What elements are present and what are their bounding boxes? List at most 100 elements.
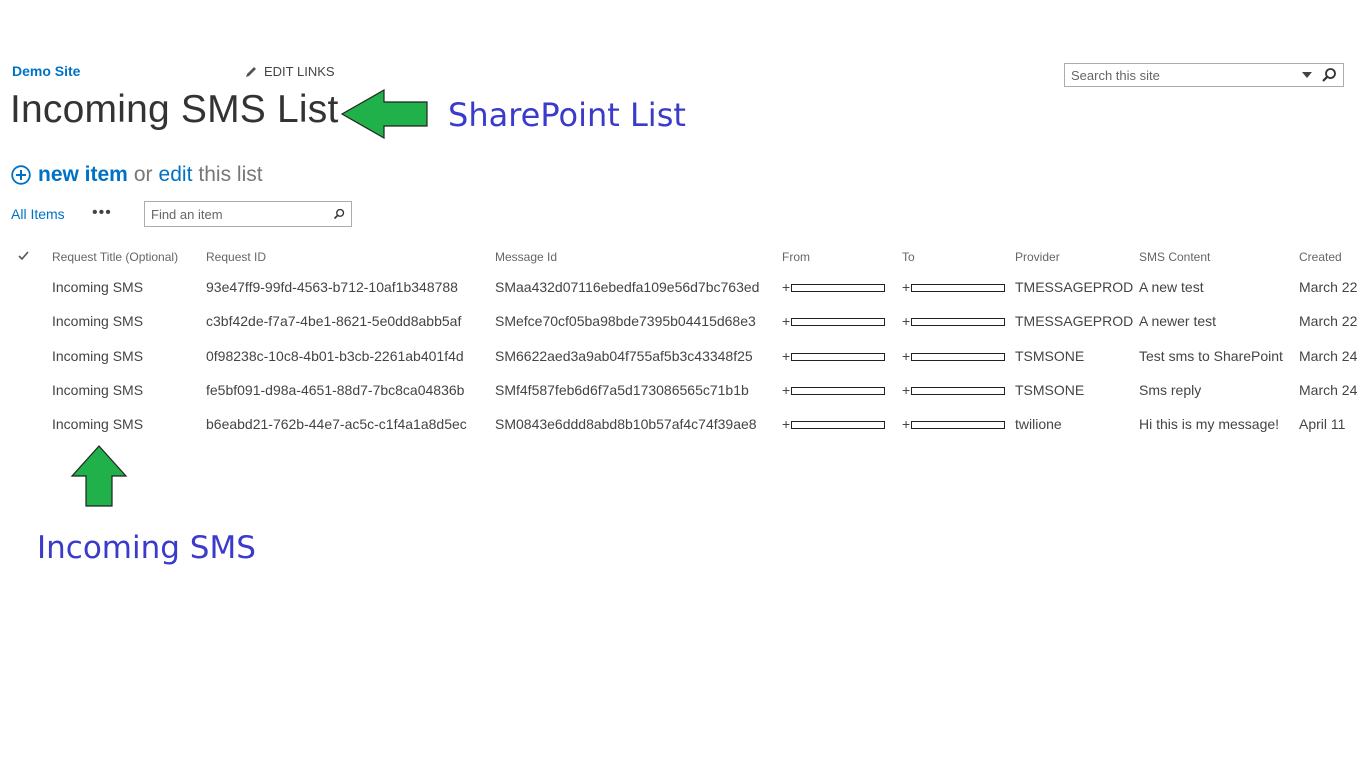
site-search-input[interactable] (1065, 65, 1301, 85)
cell-request-id: 93e47ff9-99fd-4563-b712-10af1b348788 (206, 279, 458, 296)
cell-title[interactable]: Incoming SMS (52, 304, 206, 338)
table-row[interactable]: Incoming SMS fe5bf091-d98a-4651-88d7-7bc… (0, 373, 1366, 407)
cell-created: March 24 (1299, 381, 1358, 398)
column-header-message-id[interactable]: Message Id (495, 244, 782, 270)
cell-message-id: SMaa432d07116ebedfa109e56d7bc763ed (495, 279, 760, 296)
cell-message-id: SM0843e6ddd8abd8b10b57af4c74f39ae8 (495, 416, 757, 433)
find-item-input[interactable] (145, 206, 333, 222)
cell-created: March 22 (1299, 313, 1358, 330)
to-prefix: + (902, 347, 911, 364)
incoming-sms-annotation: Incoming SMS (37, 530, 256, 566)
cell-from: + (782, 339, 902, 373)
sharepoint-list-annotation: SharePoint List (448, 96, 686, 134)
cell-request-id: fe5bf091-d98a-4651-88d7-7bc8ca04836b (206, 381, 465, 398)
cell-from: + (782, 304, 902, 338)
cell-request-id: b6eabd21-762b-44e7-ac5c-c1f4a1a8d5ec (206, 416, 467, 433)
to-prefix: + (902, 416, 911, 433)
redaction-bar (911, 421, 1006, 430)
table-row[interactable]: Incoming SMS 93e47ff9-99fd-4563-b712-10a… (0, 270, 1366, 304)
column-header-created[interactable]: Created (1299, 244, 1366, 270)
redaction-bar (791, 318, 886, 327)
column-header-sms-content[interactable]: SMS Content (1139, 244, 1299, 270)
cell-sms-content: A new test (1139, 279, 1204, 296)
cell-message-id: SMf4f587feb6d6f7a5d173086565c71b1b (495, 381, 749, 398)
column-header-title[interactable]: Request Title (Optional) (52, 244, 206, 270)
cell-title[interactable]: Incoming SMS (52, 407, 206, 441)
cell-provider: TSMSONE (1015, 381, 1085, 398)
cell-to: + (902, 407, 1015, 441)
cell-from: + (782, 407, 902, 441)
edit-links-button[interactable]: EDIT LINKS (244, 64, 335, 79)
page-title: Incoming SMS List (10, 88, 339, 131)
add-circle-icon[interactable] (11, 165, 31, 185)
row-select-cell[interactable] (0, 373, 52, 407)
arrow-left-icon (340, 88, 428, 140)
search-icon[interactable] (333, 206, 345, 222)
redaction-bar (791, 352, 886, 361)
column-header-provider[interactable]: Provider (1015, 244, 1139, 270)
table-row[interactable]: Incoming SMS c3bf42de-f7a7-4be1-8621-5e0… (0, 304, 1366, 338)
cell-provider: TMESSAGEPROD (1015, 313, 1134, 330)
search-icon[interactable] (1321, 67, 1337, 83)
cell-title[interactable]: Incoming SMS (52, 270, 206, 304)
table-header-row: Request Title (Optional) Request ID Mess… (0, 244, 1366, 270)
cell-message-id: SMefce70cf05ba98bde7395b04415d68e3 (495, 313, 756, 330)
sms-list-table: Request Title (Optional) Request ID Mess… (0, 244, 1366, 441)
from-prefix: + (782, 416, 791, 433)
chevron-down-icon[interactable] (1301, 70, 1313, 80)
row-select-cell[interactable] (0, 407, 52, 441)
row-select-cell[interactable] (0, 270, 52, 304)
cell-title[interactable]: Incoming SMS (52, 373, 206, 407)
cell-sms-content: A newer test (1139, 313, 1217, 330)
row-select-cell[interactable] (0, 339, 52, 373)
from-prefix: + (782, 347, 791, 364)
cell-request-id: 0f98238c-10c8-4b01-b3cb-2261ab401f4d (206, 347, 464, 364)
cell-provider: TSMSONE (1015, 347, 1085, 364)
cell-title[interactable]: Incoming SMS (52, 339, 206, 373)
edit-links-label: EDIT LINKS (264, 64, 335, 79)
to-prefix: + (902, 381, 911, 398)
redaction-bar (791, 386, 886, 395)
cell-from: + (782, 373, 902, 407)
cell-sms-content: Test sms to SharePoint (1139, 347, 1283, 364)
this-list-text: this list (198, 163, 263, 186)
find-item-box[interactable] (144, 201, 352, 227)
cell-to: + (902, 270, 1015, 304)
column-header-to[interactable]: To (902, 244, 1015, 270)
more-views-button[interactable]: ••• (92, 204, 112, 222)
checkmark-icon (18, 251, 29, 261)
from-prefix: + (782, 279, 791, 296)
redaction-bar (791, 284, 886, 293)
table-row[interactable]: Incoming SMS b6eabd21-762b-44e7-ac5c-c1f… (0, 407, 1366, 441)
view-all-items[interactable]: All Items (11, 206, 65, 222)
select-all-checkmark[interactable] (0, 244, 52, 270)
cell-to: + (902, 373, 1015, 407)
cell-provider: TMESSAGEPROD (1015, 279, 1134, 296)
cell-request-id: c3bf42de-f7a7-4be1-8621-5e0dd8abb5af (206, 313, 462, 330)
new-item-link[interactable]: new item (38, 163, 128, 187)
redaction-bar (911, 352, 1006, 361)
from-prefix: + (782, 313, 791, 330)
cell-created: March 24 (1299, 347, 1358, 364)
site-search-box[interactable] (1064, 63, 1344, 87)
site-name-link[interactable]: Demo Site (12, 63, 80, 79)
column-header-request-id[interactable]: Request ID (206, 244, 495, 270)
or-text: or (133, 163, 153, 186)
redaction-bar (791, 421, 886, 430)
to-prefix: + (902, 279, 911, 296)
row-select-cell[interactable] (0, 304, 52, 338)
cell-message-id: SM6622aed3a9ab04f755af5b3c43348f25 (495, 347, 753, 364)
cell-created: March 22 (1299, 279, 1358, 296)
cell-created: April 11 (1299, 416, 1346, 433)
cell-provider: twilione (1015, 416, 1062, 433)
redaction-bar (911, 386, 1006, 395)
to-prefix: + (902, 313, 911, 330)
table-row[interactable]: Incoming SMS 0f98238c-10c8-4b01-b3cb-226… (0, 339, 1366, 373)
column-header-from[interactable]: From (782, 244, 902, 270)
cell-to: + (902, 304, 1015, 338)
from-prefix: + (782, 381, 791, 398)
cell-to: + (902, 339, 1015, 373)
edit-list-link[interactable]: edit (159, 163, 193, 187)
redaction-bar (911, 284, 1006, 293)
cell-sms-content: Sms reply (1139, 381, 1202, 398)
